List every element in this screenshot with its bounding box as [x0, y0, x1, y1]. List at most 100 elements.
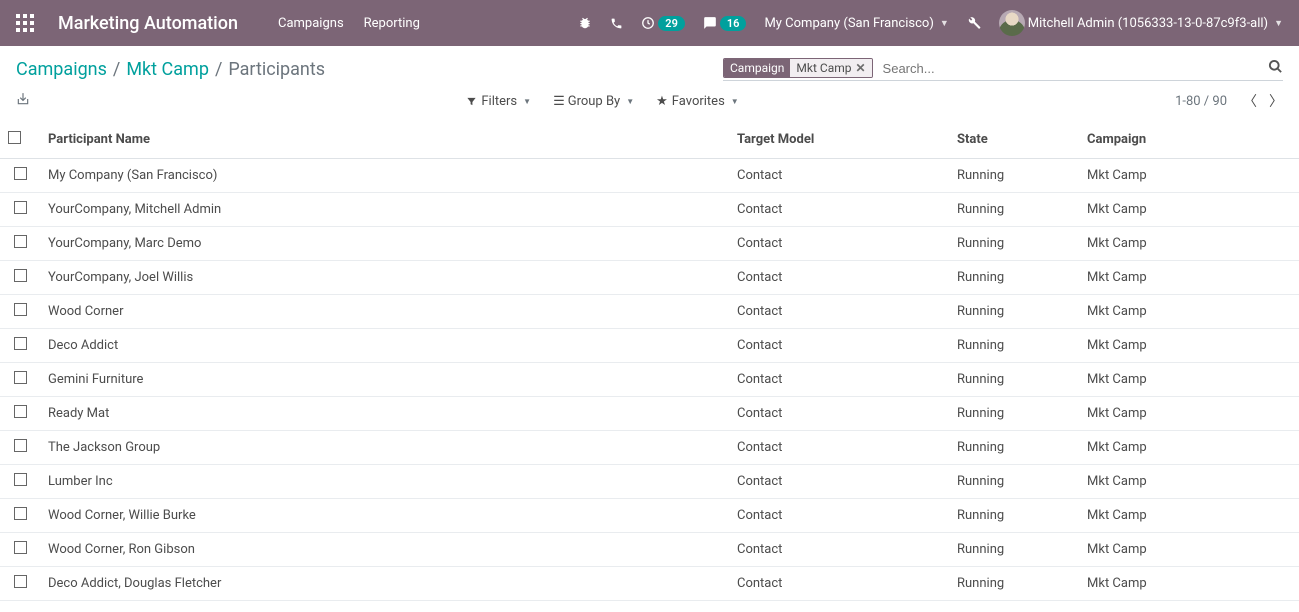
table-row[interactable]: Wood CornerContactRunningMkt Camp — [0, 295, 1299, 329]
facet-value: Mkt Camp — [796, 61, 851, 75]
search-input[interactable] — [879, 59, 1268, 78]
table-row[interactable]: The Jackson GroupContactRunningMkt Camp — [0, 431, 1299, 465]
export-button[interactable] — [16, 92, 30, 110]
systray: 29 16 My Company (San Francisco) ▼ Mitch… — [578, 10, 1283, 36]
cell-state: Running — [949, 159, 1079, 193]
cell-campaign: Mkt Camp — [1079, 193, 1299, 227]
cell-participant-name: Wood Corner, Willie Burke — [40, 499, 729, 533]
cell-participant-name: YourCompany, Joel Willis — [40, 261, 729, 295]
cell-campaign: Mkt Camp — [1079, 295, 1299, 329]
breadcrumb-separator: / — [215, 59, 222, 80]
cell-state: Running — [949, 227, 1079, 261]
nav-menu-reporting[interactable]: Reporting — [364, 16, 420, 31]
table-row[interactable]: Lumber IncContactRunningMkt Camp — [0, 465, 1299, 499]
cell-state: Running — [949, 363, 1079, 397]
filters-button[interactable]: Filters ▼ — [466, 94, 531, 109]
cell-campaign: Mkt Camp — [1079, 397, 1299, 431]
header-state[interactable]: State — [949, 121, 1079, 159]
company-switcher[interactable]: My Company (San Francisco) ▼ — [764, 16, 948, 31]
cell-participant-name: The Jackson Group — [40, 431, 729, 465]
groupby-button[interactable]: ☰ Group By ▼ — [553, 94, 634, 109]
user-menu[interactable]: Mitchell Admin (1056333-13-0-87c9f3-all)… — [999, 10, 1283, 36]
row-checkbox[interactable] — [14, 235, 27, 248]
breadcrumb-campaigns[interactable]: Campaigns — [16, 59, 107, 80]
cell-participant-name: Gemini Furniture — [40, 363, 729, 397]
breadcrumb-current: Participants — [228, 59, 325, 80]
row-checkbox[interactable] — [14, 269, 27, 282]
table-row[interactable]: Wood Corner, Ron GibsonContactRunningMkt… — [0, 533, 1299, 567]
select-all-checkbox[interactable] — [8, 131, 21, 144]
table-row[interactable]: Wood Corner, Willie BurkeContactRunningM… — [0, 499, 1299, 533]
breadcrumb-mkt-camp[interactable]: Mkt Camp — [126, 59, 209, 80]
main-navbar: Marketing Automation Campaigns Reporting… — [0, 0, 1299, 46]
pager-prev-button[interactable]: 〈 — [1243, 91, 1257, 111]
control-panel-top: Campaigns / Mkt Camp / Participants Camp… — [0, 46, 1299, 85]
table-row[interactable]: YourCompany, Joel WillisContactRunningMk… — [0, 261, 1299, 295]
cell-campaign: Mkt Camp — [1079, 465, 1299, 499]
groupby-label: Group By — [568, 94, 621, 109]
table-row[interactable]: Deco AddictContactRunningMkt Camp — [0, 329, 1299, 363]
cell-state: Running — [949, 567, 1079, 601]
row-checkbox[interactable] — [14, 201, 27, 214]
messages-button[interactable]: 16 — [703, 16, 747, 31]
cell-state: Running — [949, 261, 1079, 295]
cell-state: Running — [949, 397, 1079, 431]
table-row[interactable]: YourCompany, Marc DemoContactRunningMkt … — [0, 227, 1299, 261]
row-checkbox[interactable] — [14, 439, 27, 452]
cell-target-model: Contact — [729, 567, 949, 601]
cell-target-model: Contact — [729, 431, 949, 465]
facet-remove-icon[interactable]: ✕ — [855, 61, 865, 75]
row-checkbox[interactable] — [14, 167, 27, 180]
cell-target-model: Contact — [729, 363, 949, 397]
activities-button[interactable]: 29 — [641, 16, 685, 31]
row-checkbox[interactable] — [14, 371, 27, 384]
cell-target-model: Contact — [729, 533, 949, 567]
cell-state: Running — [949, 295, 1079, 329]
facet-label: Campaign — [724, 59, 790, 77]
pager-counter[interactable]: 1-80 / 90 — [1175, 94, 1227, 109]
nav-menu-campaigns[interactable]: Campaigns — [278, 16, 344, 31]
cell-participant-name: My Company (San Francisco) — [40, 159, 729, 193]
table-row[interactable]: YourCompany, Mitchell AdminContactRunnin… — [0, 193, 1299, 227]
row-checkbox[interactable] — [14, 575, 27, 588]
row-checkbox[interactable] — [14, 507, 27, 520]
row-checkbox[interactable] — [14, 405, 27, 418]
cell-state: Running — [949, 499, 1079, 533]
debug-icon[interactable] — [578, 16, 592, 30]
cell-campaign: Mkt Camp — [1079, 499, 1299, 533]
table-row[interactable]: Gemini FurnitureContactRunningMkt Camp — [0, 363, 1299, 397]
row-checkbox[interactable] — [14, 337, 27, 350]
app-brand[interactable]: Marketing Automation — [58, 13, 238, 34]
cell-target-model: Contact — [729, 397, 949, 431]
apps-icon[interactable] — [16, 14, 34, 32]
tools-icon[interactable] — [967, 16, 981, 30]
cell-target-model: Contact — [729, 499, 949, 533]
search-icon[interactable] — [1268, 59, 1283, 78]
activities-badge: 29 — [658, 16, 685, 31]
cell-campaign: Mkt Camp — [1079, 227, 1299, 261]
list-view[interactable]: Participant Name Target Model State Camp… — [0, 121, 1299, 603]
header-campaign[interactable]: Campaign — [1079, 121, 1299, 159]
search-box[interactable]: Campaign Mkt Camp ✕ — [723, 58, 1283, 81]
row-checkbox[interactable] — [14, 473, 27, 486]
cell-target-model: Contact — [729, 261, 949, 295]
row-checkbox[interactable] — [14, 541, 27, 554]
cell-state: Running — [949, 329, 1079, 363]
header-target-model[interactable]: Target Model — [729, 121, 949, 159]
favorites-button[interactable]: ★ Favorites ▼ — [656, 94, 739, 109]
caret-down-icon: ▼ — [626, 97, 634, 106]
table-row[interactable]: My Company (San Francisco)ContactRunning… — [0, 159, 1299, 193]
phone-icon[interactable] — [610, 17, 623, 30]
company-name: My Company (San Francisco) — [764, 16, 933, 31]
row-checkbox[interactable] — [14, 303, 27, 316]
favorites-label: Favorites — [672, 94, 725, 109]
table-row[interactable]: Deco Addict, Douglas FletcherContactRunn… — [0, 567, 1299, 601]
table-row[interactable]: Ready MatContactRunningMkt Camp — [0, 397, 1299, 431]
header-participant-name[interactable]: Participant Name — [40, 121, 729, 159]
cell-participant-name: Deco Addict — [40, 329, 729, 363]
cell-state: Running — [949, 193, 1079, 227]
pager-next-button[interactable]: 〉 — [1269, 91, 1283, 111]
user-name: Mitchell Admin (1056333-13-0-87c9f3-all) — [1028, 16, 1268, 31]
cell-campaign: Mkt Camp — [1079, 329, 1299, 363]
messages-badge: 16 — [720, 16, 747, 31]
